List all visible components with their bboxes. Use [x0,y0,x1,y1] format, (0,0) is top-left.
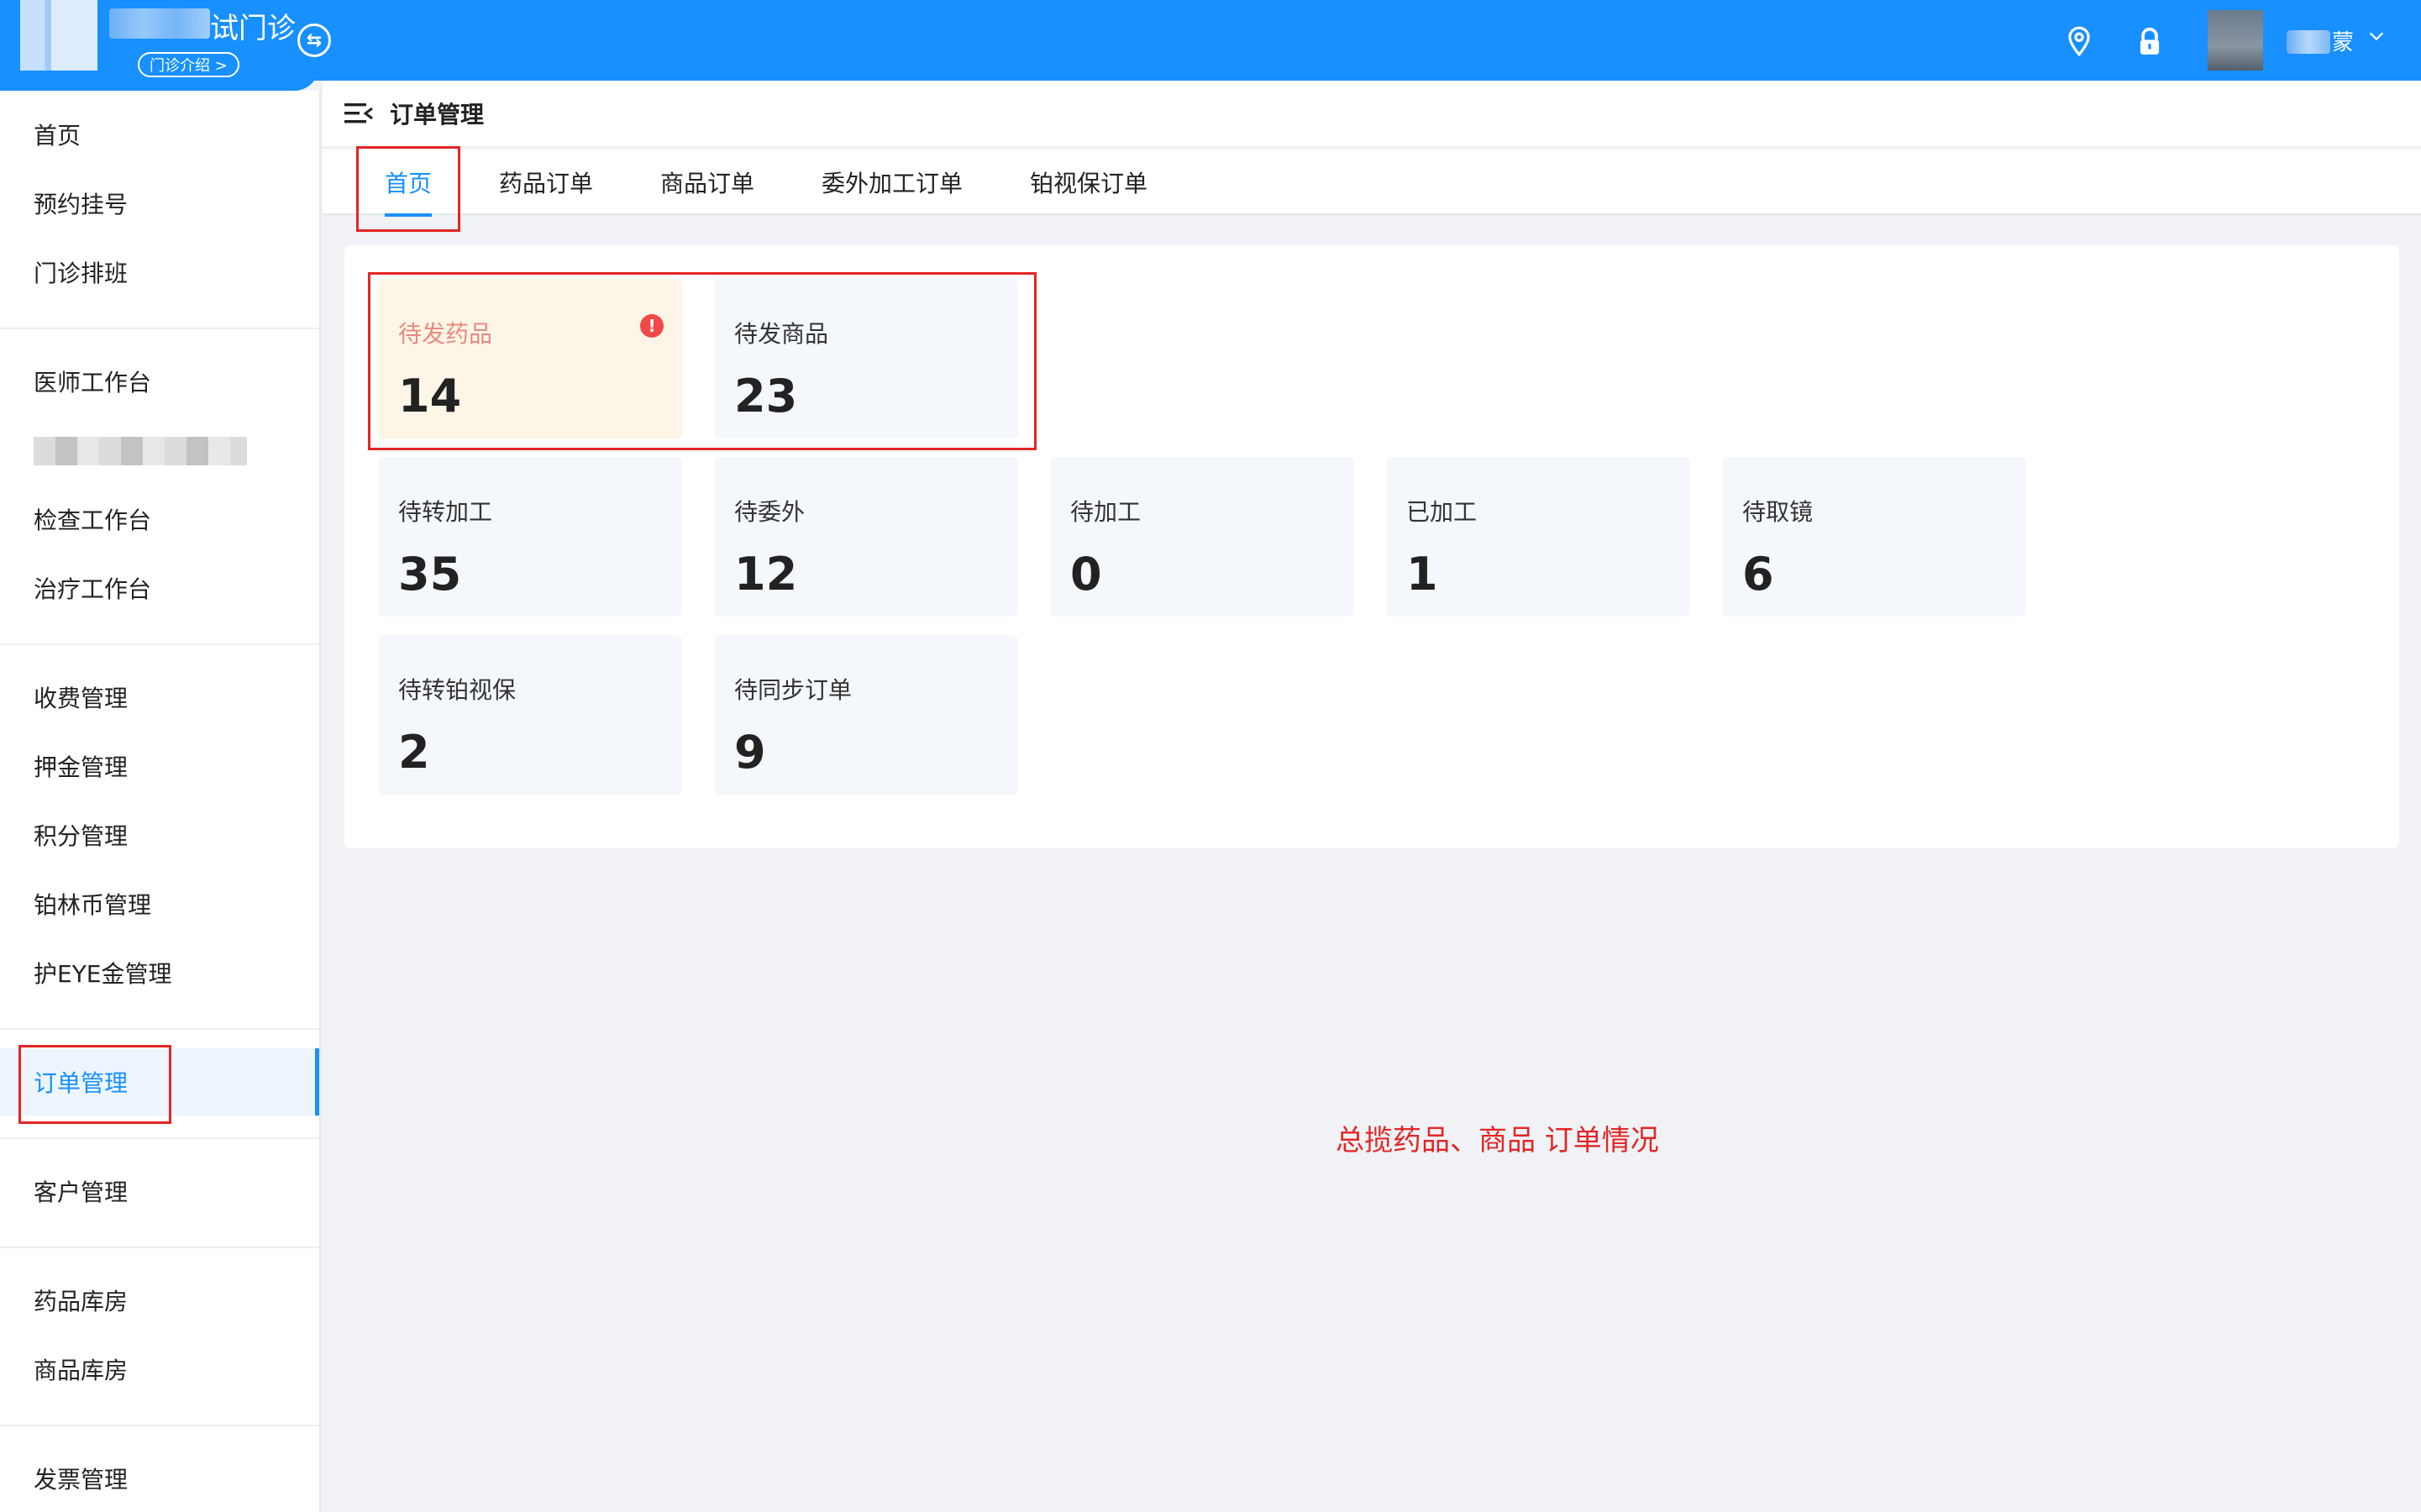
lock-icon[interactable] [2134,25,2166,57]
stat-card-to-processing[interactable]: 待转加工 35 [378,457,682,617]
stat-label: 待加工 [1070,498,1142,526]
sidebar-item-deposit[interactable]: 押金管理 [0,732,319,800]
clinic-intro-link[interactable]: 门诊介绍 > [138,52,239,77]
sidebar-divider [0,328,319,329]
user-name[interactable]: 蒙 [2332,25,2354,56]
stat-value: 9 [734,726,766,779]
sidebar-item-redacted[interactable] [34,437,247,465]
sidebar-divider [0,1247,319,1248]
page-header: 订单管理 [323,81,2421,148]
stat-card-pending-sync[interactable]: 待同步订单 9 [714,635,1018,795]
tab-bar: 首页 药品订单 商品订单 委外加工订单 铂视保订单 [323,150,2421,217]
sidebar-item-goods-warehouse[interactable]: 商品库房 [0,1336,319,1403]
stat-value: 1 [1406,548,1438,601]
clinic-name: 试门诊 [210,12,296,45]
stat-label: 已加工 [1406,498,1478,526]
sidebar-item-home[interactable]: 首页 [0,101,319,168]
stat-label: 待同步订单 [734,676,853,704]
sidebar-item-points[interactable]: 积分管理 [0,801,319,869]
tab-bolin-insurance-orders[interactable]: 铂视保订单 [1030,150,1147,215]
stat-value: 0 [1070,548,1102,601]
sidebar-item-doctor-workbench[interactable]: 医师工作台 [0,348,319,415]
menu-fold-icon[interactable] [344,102,373,125]
sidebar-item-schedule[interactable]: 门诊排班 [0,239,319,306]
sidebar-item-drug-warehouse[interactable]: 药品库房 [0,1267,319,1334]
stat-label: 待取镜 [1742,498,1814,526]
sidebar-item-treatment-workbench[interactable]: 治疗工作台 [0,554,319,622]
sidebar-divider [0,643,319,645]
stat-card-to-bolin-insurance[interactable]: 待转铂视保 2 [378,635,682,795]
switch-clinic-icon[interactable]: ⇆ [297,24,331,57]
stat-card-pending-processing[interactable]: 待加工 0 [1050,457,1354,617]
chevron-down-icon[interactable] [2367,27,2386,45]
sidebar-divider [0,1425,319,1426]
clinic-name-redacted [109,8,210,39]
sidebar-item-appointment[interactable]: 预约挂号 [0,170,319,237]
stat-card-processed[interactable]: 已加工 1 [1386,457,1690,617]
stat-value: 12 [734,548,798,601]
sidebar-item-invoices[interactable]: 发票管理 [0,1445,319,1512]
tab-outsourced-orders[interactable]: 委外加工订单 [822,150,963,215]
stat-label: 待转铂视保 [398,676,517,704]
sidebar-item-exam-workbench[interactable]: 检查工作台 [0,486,319,553]
tab-drug-orders[interactable]: 药品订单 [499,150,593,215]
sidebar-divider [0,1028,319,1030]
stat-card-pending-pickup[interactable]: 待取镜 6 [1722,457,2026,617]
sidebar-divider [0,1137,319,1139]
clinic-logo[interactable] [20,0,97,71]
location-icon[interactable] [2063,25,2095,57]
stat-value: 6 [1742,548,1774,601]
sidebar-item-eye-fund[interactable]: 护EYE金管理 [0,939,319,1006]
username-redacted [2287,30,2330,54]
sidebar-item-billing[interactable]: 收费管理 [0,664,319,731]
sidebar-item-bolin-coin[interactable]: 铂林币管理 [0,870,319,937]
tab-goods-orders[interactable]: 商品订单 [660,150,754,215]
stat-label: 待转加工 [398,498,493,526]
annotation-text: 总揽药品、商品 订单情况 [1336,1124,1659,1158]
page-title: 订单管理 [390,101,485,129]
annotation-frame-tab [356,146,460,232]
annotation-frame-stats [368,272,1037,450]
stat-card-to-outsource[interactable]: 待委外 12 [714,457,1018,617]
top-bar: 试门诊 门诊介绍 > ⇆ 蒙 [0,0,2421,91]
stat-value: 2 [398,726,430,779]
avatar[interactable] [2208,10,2263,71]
brand-area: 试门诊 门诊介绍 > ⇆ [0,0,331,91]
annotation-frame-sidebar [18,1045,171,1124]
sidebar: 首页 预约挂号 门诊排班 医师工作台 检查工作台 治疗工作台 收费管理 押金管理… [0,91,321,1512]
sidebar-item-customers[interactable]: 客户管理 [0,1158,319,1225]
stat-label: 待委外 [734,498,806,526]
stat-value: 35 [398,548,462,601]
